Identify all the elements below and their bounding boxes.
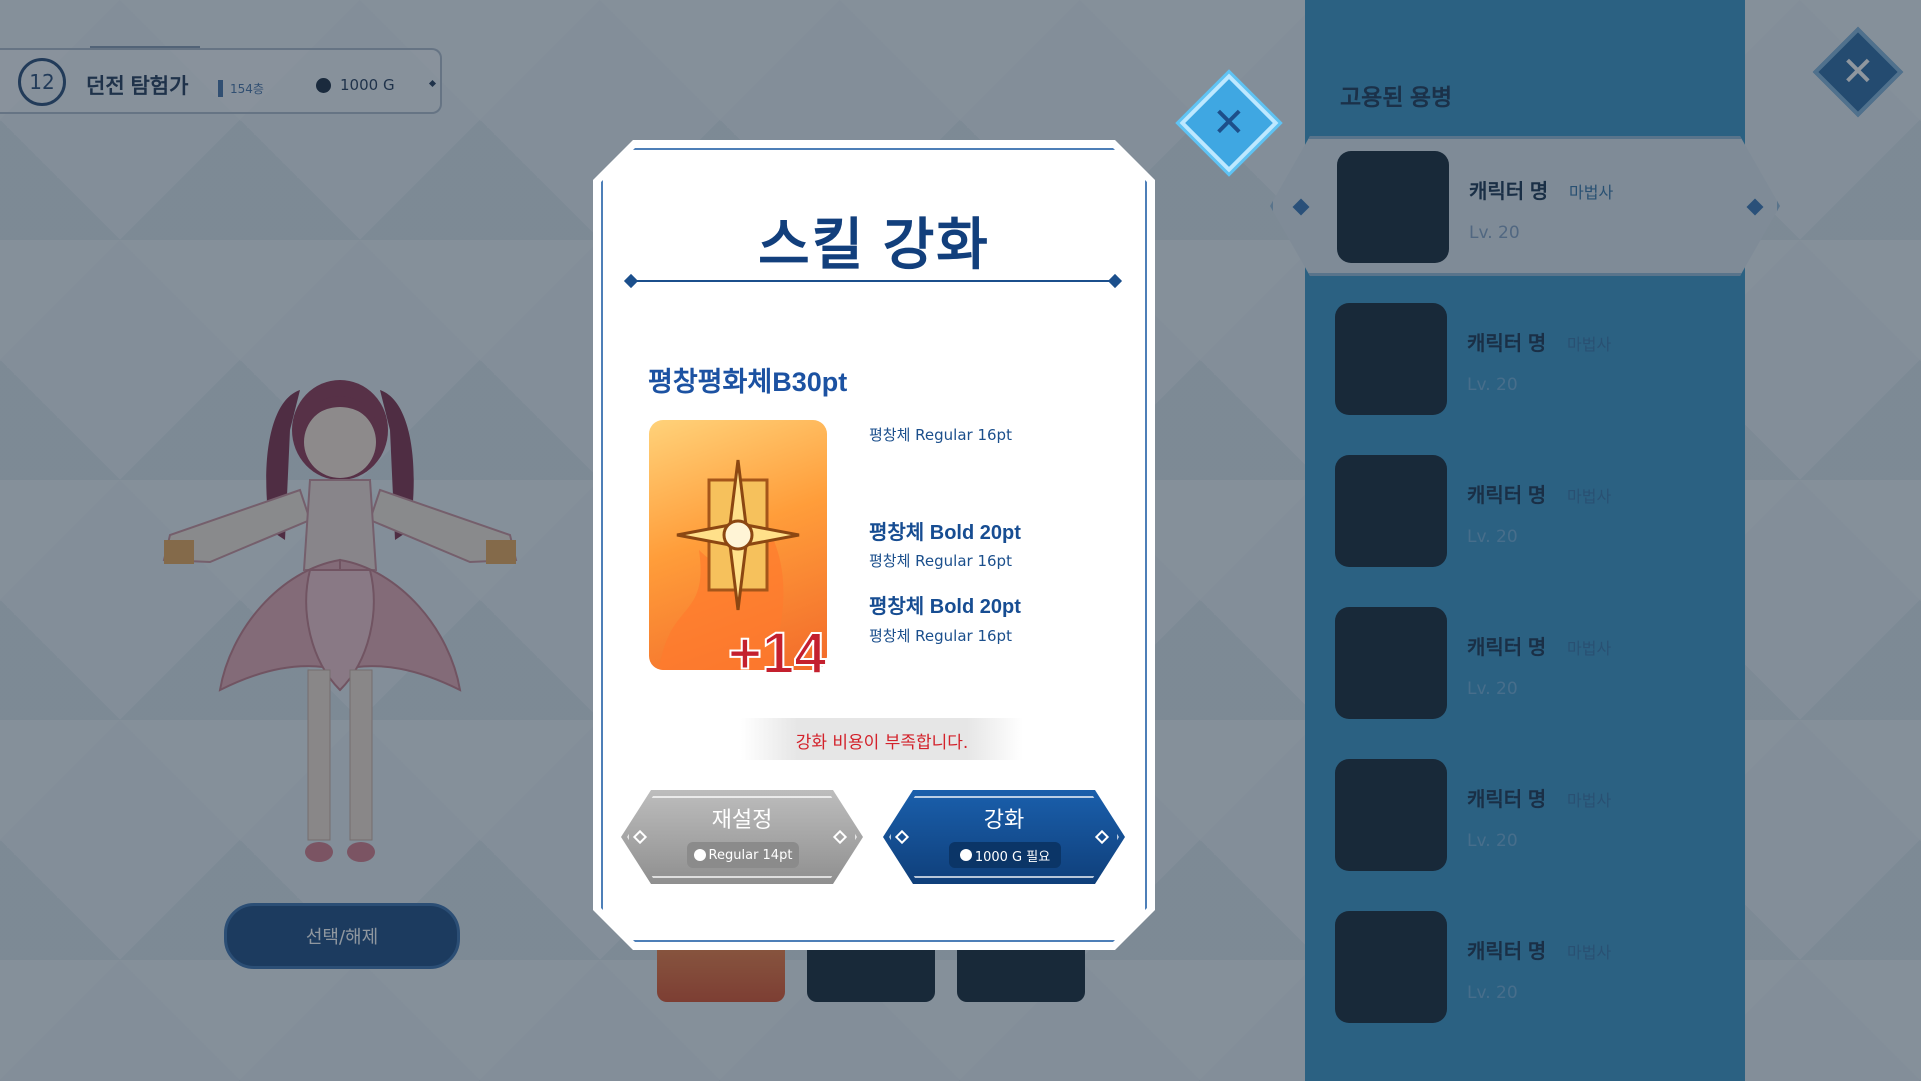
skill-desc-4: 평창체 Bold 20pt	[869, 596, 1021, 618]
mercenary-level: Lv. 20	[1467, 679, 1518, 699]
skill-desc-2: 평창체 Bold 20pt	[869, 522, 1021, 544]
skill-level-badge: +14	[727, 620, 827, 687]
mercenary-item-selected[interactable]: 캐릭터 명 마법사 Lv. 20	[1270, 136, 1780, 276]
mercenary-name: 캐릭터 명	[1467, 485, 1547, 507]
mercenary-item[interactable]: 캐릭터 명 마법사 Lv. 20	[1305, 911, 1745, 1041]
gold-amount: 1000 G	[340, 76, 395, 94]
floor-info: 154층	[218, 80, 264, 97]
mercenary-name: 캐릭터 명	[1467, 333, 1547, 355]
mercenary-class: 마법사	[1567, 335, 1612, 354]
mercenary-item[interactable]: 캐릭터 명 마법사 Lv. 20	[1305, 303, 1745, 433]
skill-enhance-modal: 스킬 강화 평창평화체B30pt 평창체 Regular 16pt 평창체 Bo…	[593, 140, 1155, 950]
header-dot	[428, 79, 437, 88]
panel-title: 고용된 용병	[1340, 84, 1453, 110]
enhance-cost-text: 1000 G 필요	[974, 849, 1051, 865]
mercenary-item[interactable]: 캐릭터 명 마법사 Lv. 20	[1305, 455, 1745, 585]
coin-icon	[693, 849, 706, 861]
enhance-button[interactable]: 강화 1000 G 필요	[883, 790, 1125, 884]
modal-title: 스킬 강화	[758, 213, 990, 276]
mercenary-item[interactable]: 캐릭터 명 마법사 Lv. 20	[1305, 607, 1745, 737]
enhance-cost: 1000 G 필요	[949, 842, 1061, 868]
mercenary-class: 마법사	[1567, 639, 1612, 658]
skill-desc-1: 평창체 Regular 16pt	[869, 426, 1012, 444]
coin-icon	[959, 849, 972, 861]
reset-cost-text: Regular 14pt	[708, 847, 793, 863]
mercenary-portrait	[1335, 607, 1447, 719]
mercenary-name: 캐릭터 명	[1467, 789, 1547, 811]
mercenary-name: 캐릭터 명	[1467, 941, 1547, 963]
mercenary-level: Lv. 20	[1469, 223, 1520, 243]
mercenary-name: 캐릭터 명	[1467, 637, 1547, 659]
dungeon-header: 12 던전 탐험가 154층 1000 G	[0, 46, 442, 114]
mercenary-level: Lv. 20	[1467, 527, 1518, 547]
dungeon-name: 던전 탐험가	[86, 75, 189, 98]
mercenary-name: 캐릭터 명	[1469, 181, 1549, 203]
mercenary-level: Lv. 20	[1467, 375, 1518, 395]
character-illustration	[162, 380, 518, 862]
skill-desc-5: 평창체 Regular 16pt	[869, 627, 1012, 645]
level-badge: 12	[18, 58, 66, 106]
warning-message: 강화 비용이 부족합니다.	[795, 733, 969, 753]
mercenary-portrait	[1335, 303, 1447, 415]
mercenary-class: 마법사	[1567, 487, 1612, 506]
selection-marker-left	[1292, 198, 1310, 216]
enhance-label: 강화	[983, 807, 1025, 832]
reset-button[interactable]: 재설정 Regular 14pt	[621, 790, 863, 884]
mercenary-item[interactable]: 캐릭터 명 마법사 Lv. 20	[1305, 759, 1745, 889]
reset-label: 재설정	[711, 807, 773, 832]
close-icon: ✕	[1841, 48, 1875, 95]
reset-cost: Regular 14pt	[687, 842, 799, 868]
mercenary-class: 마법사	[1567, 943, 1612, 962]
mercenary-level: Lv. 20	[1467, 831, 1518, 851]
skill-name: 평창평화체B30pt	[648, 367, 848, 397]
mercenary-class: 마법사	[1569, 183, 1614, 202]
mercenary-portrait	[1335, 911, 1447, 1023]
select-toggle-button[interactable]: 선택/해제	[224, 903, 460, 969]
mercenary-level: Lv. 20	[1467, 983, 1518, 1003]
close-icon: ✕	[1212, 99, 1246, 146]
title-divider	[631, 280, 1115, 282]
mercenary-class: 마법사	[1567, 791, 1612, 810]
mercenary-portrait	[1335, 759, 1447, 871]
mercenary-portrait	[1335, 455, 1447, 567]
mercenary-portrait	[1337, 151, 1449, 263]
header-ornament	[90, 46, 200, 50]
selection-marker-right	[1746, 198, 1764, 216]
skill-desc-3: 평창체 Regular 16pt	[869, 552, 1012, 570]
coin-icon	[316, 78, 331, 93]
